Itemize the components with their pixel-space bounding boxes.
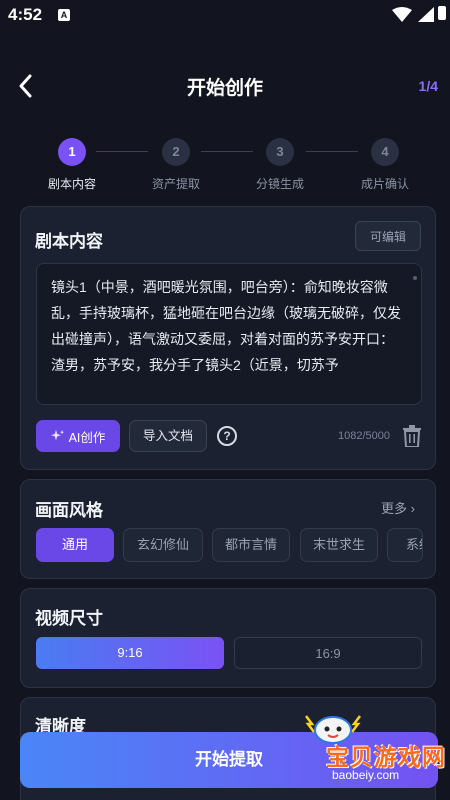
editable-button[interactable]: 可编辑 [355, 221, 421, 251]
card-title: 视频尺寸 [35, 609, 103, 628]
battery-icon [438, 6, 446, 20]
watermark-text: 宝贝游戏网 [326, 744, 446, 770]
card-title: 画面风格 [35, 501, 103, 520]
status-time: 4:52 [8, 5, 43, 24]
more-label: 更多 [381, 501, 408, 516]
trash-icon[interactable] [403, 425, 421, 447]
size-option-portrait[interactable]: 9:16 [36, 637, 224, 669]
step-script-content[interactable]: 1 剧本内容 [27, 138, 117, 192]
scrollbar[interactable] [413, 276, 417, 280]
step-asset-extraction[interactable]: 2 资产提取 [131, 138, 221, 192]
style-option[interactable]: 玄幻修仙 [123, 528, 203, 562]
step-number: 4 [371, 138, 399, 166]
watermark-logo: 宝贝游戏网 baobeiy.com [268, 708, 448, 788]
step-number: 3 [266, 138, 294, 166]
help-icon[interactable]: ? [217, 426, 237, 446]
script-textarea[interactable]: 镜头1（中景，酒吧暖光氛围，吧台旁）：俞知晚妆容微乱，手持玻璃杯，猛地砸在吧台边… [36, 263, 422, 405]
script-card: 剧本内容 可编辑 镜头1（中景，酒吧暖光氛围，吧台旁）：俞知晚妆容微乱，手持玻璃… [20, 206, 436, 470]
card-title: 剧本内容 [35, 232, 103, 251]
page-title: 开始创作 [186, 78, 263, 99]
page-indicator: 1/4 [418, 78, 438, 94]
watermark-url: baobeiy.com [332, 768, 400, 782]
style-option[interactable]: 通用 [36, 528, 114, 562]
step-final-confirmation[interactable]: 4 成片确认 [340, 138, 430, 192]
step-label: 成片确认 [360, 177, 409, 191]
step-label: 剧本内容 [47, 177, 96, 191]
step-number: 1 [58, 138, 86, 166]
chevron-right-icon: › [410, 501, 415, 516]
step-label: 分镜生成 [255, 177, 304, 191]
status-bar: 4:52 A [0, 0, 450, 30]
style-option[interactable]: 都市言情 [212, 528, 290, 562]
sparkle-icon [50, 430, 64, 441]
wifi-icon [392, 7, 412, 22]
video-size-card: 视频尺寸 9:16 16:9 [20, 588, 436, 688]
size-option-landscape[interactable]: 16:9 [234, 637, 422, 669]
step-number: 2 [162, 138, 190, 166]
style-card: 画面风格 更多 › 通用 玄幻修仙 都市言情 末世求生 系统 [20, 479, 436, 579]
more-styles-link[interactable]: 更多 › [381, 498, 415, 517]
script-text: 镜头1（中景，酒吧暖光氛围，吧台旁）：俞知晚妆容微乱，手持玻璃杯，猛地砸在吧台边… [51, 279, 401, 373]
step-storyboard-generation[interactable]: 3 分镜生成 [235, 138, 325, 192]
signal-icon [418, 7, 434, 22]
style-option[interactable]: 末世求生 [300, 528, 378, 562]
step-label: 资产提取 [151, 177, 200, 191]
import-document-button[interactable]: 导入文档 [129, 420, 207, 452]
ai-create-label: AI创作 [68, 430, 106, 445]
character-count: 1082/5000 [338, 430, 390, 442]
app-notification-icon: A [58, 9, 70, 21]
ai-create-button[interactable]: AI创作 [36, 420, 120, 452]
style-option[interactable]: 系统 [387, 528, 423, 562]
